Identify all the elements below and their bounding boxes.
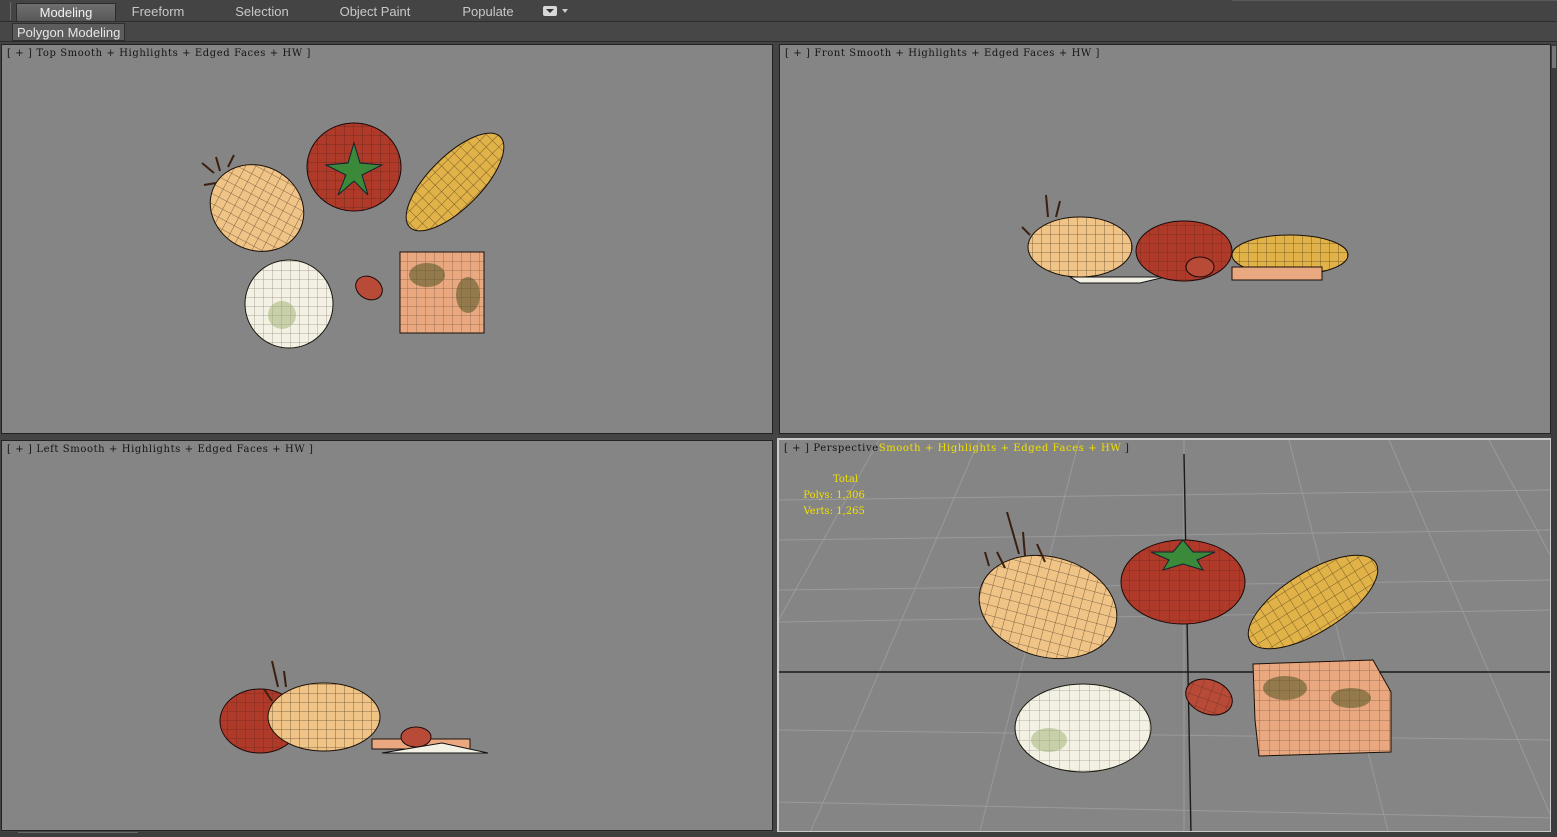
scrollbar-thumb[interactable] xyxy=(1552,46,1556,68)
stats-polys-value: 1,306 xyxy=(836,490,865,501)
tab-freeform[interactable]: Freeform xyxy=(118,3,198,21)
view-name-front[interactable]: Front xyxy=(814,48,845,59)
bottom-divider xyxy=(18,832,138,837)
viewport-perspective-scene xyxy=(779,440,1550,831)
bread-model xyxy=(399,251,485,334)
viewport-left[interactable]: [ + ] Left Smooth + Highlights + Edged F… xyxy=(1,440,773,831)
shading-mode-left[interactable]: Smooth + Highlights + Edged Faces + HW ] xyxy=(59,444,314,455)
onion-model xyxy=(263,660,381,752)
viewport-front[interactable]: [ + ] Front Smooth + Highlights + Edged … xyxy=(779,44,1551,434)
stats-verts-row: Verts: 1,265 xyxy=(793,504,865,520)
olive-model xyxy=(355,275,383,301)
shading-mode-perspective[interactable]: Smooth + Highlights + Edged Faces + HW xyxy=(879,443,1121,454)
tab-populate[interactable]: Populate xyxy=(448,3,528,21)
viewport-label-top[interactable]: [ + ] Top Smooth + Highlights + Edged Fa… xyxy=(7,48,311,59)
olive-model xyxy=(400,726,432,748)
ribbon-divider xyxy=(1232,0,1557,1)
bread-model xyxy=(1231,266,1323,281)
viewport-menu-bracket[interactable]: [ + ] xyxy=(784,443,813,454)
onion-model xyxy=(1021,194,1133,278)
home-grid xyxy=(779,440,1550,831)
dropdown-arrow-icon xyxy=(562,9,568,13)
viewport-top[interactable]: [ + ] Top Smooth + Highlights + Edged Fa… xyxy=(1,44,773,434)
tomato-model xyxy=(1135,220,1233,282)
viewport-front-scene xyxy=(1021,194,1349,284)
stats-polys-label: Polys: xyxy=(803,490,833,501)
viewport-top-scene xyxy=(201,122,505,349)
bottom-time-slider-edge xyxy=(0,832,1557,837)
stats-verts-label: Verts: xyxy=(803,506,833,517)
viewport-label-close: ] xyxy=(1121,443,1130,454)
right-scrollbar[interactable] xyxy=(1551,44,1557,836)
ribbon-options-button[interactable] xyxy=(543,6,571,18)
viewport-label-front[interactable]: [ + ] Front Smooth + Highlights + Edged … xyxy=(785,48,1100,59)
viewport-menu-bracket[interactable]: [ + ] xyxy=(7,444,36,455)
plate-model xyxy=(1068,276,1166,284)
viewport-label-left[interactable]: [ + ] Left Smooth + Highlights + Edged F… xyxy=(7,444,314,455)
tab-object-paint[interactable]: Object Paint xyxy=(328,3,422,21)
polygon-modeling-panel-button[interactable]: Polygon Modeling xyxy=(12,23,126,41)
tomato-model xyxy=(1120,539,1246,625)
plate-model xyxy=(1014,683,1152,773)
shading-mode-front[interactable]: Smooth + Highlights + Edged Faces + HW ] xyxy=(846,48,1101,59)
view-name-perspective[interactable]: Perspective xyxy=(813,443,878,454)
plate-model xyxy=(244,259,334,349)
viewport-menu-bracket[interactable]: [ + ] xyxy=(7,48,36,59)
corn-model xyxy=(405,132,505,232)
viewport-left-scene xyxy=(219,660,489,754)
stats-total-label: Total xyxy=(833,474,859,485)
bread-model xyxy=(1252,659,1392,757)
ribbon-tab-bar: Modeling Freeform Selection Object Paint… xyxy=(0,0,1557,22)
tab-options-icon xyxy=(543,6,557,16)
ribbon-panel: Polygon Modeling xyxy=(0,22,1557,42)
onion-model xyxy=(201,154,305,252)
ribbon-grip[interactable] xyxy=(10,2,13,20)
statistics-overlay: Total Polys: 1,306 Verts: 1,265 xyxy=(793,472,865,520)
viewport-menu-bracket[interactable]: [ + ] xyxy=(785,48,814,59)
corn-model xyxy=(1247,554,1379,650)
viewport-perspective[interactable]: [ + ] PerspectiveSmooth + Highlights + E… xyxy=(777,438,1552,833)
tab-selection[interactable]: Selection xyxy=(222,3,302,21)
stats-polys-row: Polys: 1,306 xyxy=(793,488,865,504)
shading-mode-top[interactable]: Smooth + Highlights + Edged Faces + HW ] xyxy=(56,48,311,59)
view-name-top[interactable]: Top xyxy=(36,48,56,59)
viewport-label-perspective[interactable]: [ + ] PerspectiveSmooth + Highlights + E… xyxy=(784,443,1130,454)
tab-modeling[interactable]: Modeling xyxy=(16,3,116,21)
world-axes xyxy=(779,453,1550,831)
tomato-model xyxy=(306,122,402,212)
stats-verts-value: 1,265 xyxy=(836,506,865,517)
view-name-left[interactable]: Left xyxy=(36,444,59,455)
